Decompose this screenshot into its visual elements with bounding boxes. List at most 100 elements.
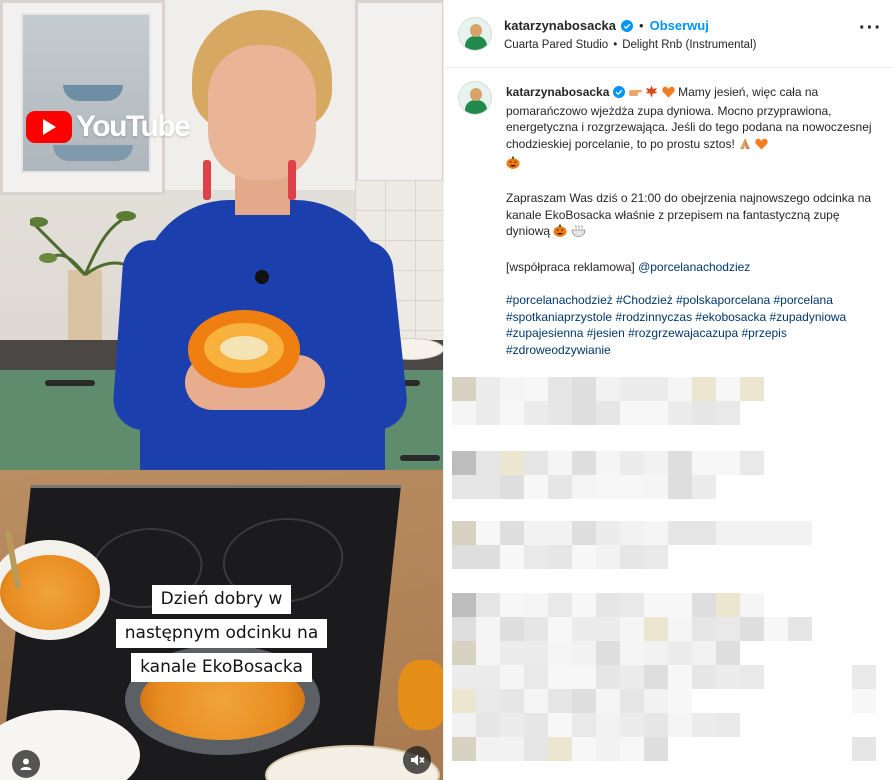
blurred-pixel xyxy=(452,401,476,425)
blurred-pixel xyxy=(596,545,620,569)
blurred-pixel xyxy=(740,617,764,641)
blurred-pixel xyxy=(596,737,620,761)
blurred-pixel xyxy=(596,713,620,737)
blurred-pixel xyxy=(716,401,740,425)
blurred-pixel xyxy=(524,475,548,499)
blurred-pixel xyxy=(476,475,500,499)
blurred-pixel xyxy=(620,401,644,425)
blurred-pixel xyxy=(644,377,668,401)
blurred-pixel xyxy=(500,713,524,737)
blurred-pixel xyxy=(500,689,524,713)
blurred-pixel xyxy=(548,451,572,475)
avatar[interactable] xyxy=(458,17,492,51)
blurred-pixel xyxy=(716,617,740,641)
audio-link[interactable]: Delight Rnb (Instrumental) xyxy=(622,39,756,51)
blurred-pixel xyxy=(500,737,524,761)
blurred-pixel xyxy=(476,641,500,665)
blurred-pixel xyxy=(668,521,692,545)
blurred-pixel xyxy=(572,737,596,761)
video-subtitles: Dzień dobry w następnym odcinku na kanal… xyxy=(0,585,443,682)
blurred-pixel xyxy=(500,401,524,425)
blurred-pixel xyxy=(452,377,476,401)
blurred-pixel xyxy=(524,545,548,569)
blurred-pixel xyxy=(596,377,620,401)
blurred-pixel xyxy=(548,521,572,545)
mute-toggle-button[interactable] xyxy=(403,746,431,774)
avatar[interactable] xyxy=(458,81,492,115)
blurred-pixel xyxy=(692,451,716,475)
youtube-wordmark: YouTube xyxy=(76,110,191,143)
orange-heart-emoji-icon xyxy=(755,138,769,155)
blurred-pixel xyxy=(788,617,812,641)
blurred-pixel xyxy=(476,737,500,761)
blurred-pixel xyxy=(740,593,764,617)
blurred-pixel xyxy=(572,377,596,401)
blurred-pixel xyxy=(476,665,500,689)
blurred-pixel xyxy=(668,593,692,617)
blurred-pixel xyxy=(668,377,692,401)
blurred-pixel xyxy=(524,713,548,737)
more-options-icon[interactable]: ··· xyxy=(859,18,882,38)
username-link[interactable]: katarzynabosacka xyxy=(504,18,616,33)
blurred-pixel xyxy=(548,641,572,665)
blurred-pixel xyxy=(620,665,644,689)
blurred-pixel xyxy=(548,737,572,761)
blurred-pixel xyxy=(668,617,692,641)
verified-badge-icon xyxy=(612,86,625,103)
blurred-pixel xyxy=(716,641,740,665)
blurred-pixel xyxy=(620,689,644,713)
blurred-pixel xyxy=(452,593,476,617)
hashtags[interactable]: #porcelanachodzież #Chodzież #polskaporc… xyxy=(506,293,846,357)
blurred-pixel xyxy=(548,713,572,737)
follow-button[interactable]: Obserwuj xyxy=(650,18,709,33)
jack-o-lantern-emoji-icon xyxy=(506,156,520,174)
blurred-pixel xyxy=(500,475,524,499)
blurred-pixel xyxy=(692,665,716,689)
blurred-pixel xyxy=(452,737,476,761)
caption-username-link[interactable]: katarzynabosacka xyxy=(506,85,609,99)
pointing-hand-emoji-icon xyxy=(628,86,643,103)
blurred-pixel xyxy=(476,545,500,569)
blurred-pixel xyxy=(452,713,476,737)
blurred-pixel xyxy=(452,451,476,475)
blurred-pixel xyxy=(692,593,716,617)
blurred-pixel xyxy=(524,377,548,401)
tagged-users-button[interactable] xyxy=(12,750,40,778)
blurred-pixel xyxy=(572,401,596,425)
blurred-pixel xyxy=(452,545,476,569)
blurred-pixel xyxy=(644,401,668,425)
location-link[interactable]: Cuarta Pared Studio xyxy=(504,39,608,51)
blurred-pixel xyxy=(476,689,500,713)
orange-heart-emoji-icon xyxy=(662,86,675,103)
blurred-pixel xyxy=(452,475,476,499)
blurred-pixel xyxy=(740,665,764,689)
blurred-pixel xyxy=(620,737,644,761)
blurred-pixel xyxy=(500,545,524,569)
blurred-pixel xyxy=(716,377,740,401)
blurred-pixel xyxy=(572,617,596,641)
blurred-pixel xyxy=(476,377,500,401)
blurred-pixel xyxy=(524,593,548,617)
blurred-pixel xyxy=(500,451,524,475)
blurred-pixel xyxy=(740,521,764,545)
steaming-bowl-emoji-icon xyxy=(571,224,586,242)
blurred-pixel xyxy=(620,545,644,569)
blurred-pixel xyxy=(644,521,668,545)
blurred-pixel xyxy=(548,401,572,425)
mention-link[interactable]: @porcelanachodziez xyxy=(638,260,750,274)
speaker-muted-icon xyxy=(411,754,425,766)
blurred-pixel xyxy=(548,545,572,569)
jack-o-lantern-emoji-icon xyxy=(553,224,567,242)
blurred-pixel xyxy=(476,593,500,617)
verified-badge-icon xyxy=(621,19,634,32)
blurred-pixel xyxy=(644,641,668,665)
blurred-pixel xyxy=(452,689,476,713)
blurred-pixel xyxy=(596,451,620,475)
blurred-pixel xyxy=(620,475,644,499)
reel-video[interactable]: YouTube Dzień dobry w następnym odcinku … xyxy=(0,0,443,780)
blurred-pixel xyxy=(452,521,476,545)
blurred-pixel xyxy=(524,521,548,545)
blurred-pixel xyxy=(620,593,644,617)
blurred-pixel xyxy=(692,617,716,641)
blurred-pixel xyxy=(692,377,716,401)
